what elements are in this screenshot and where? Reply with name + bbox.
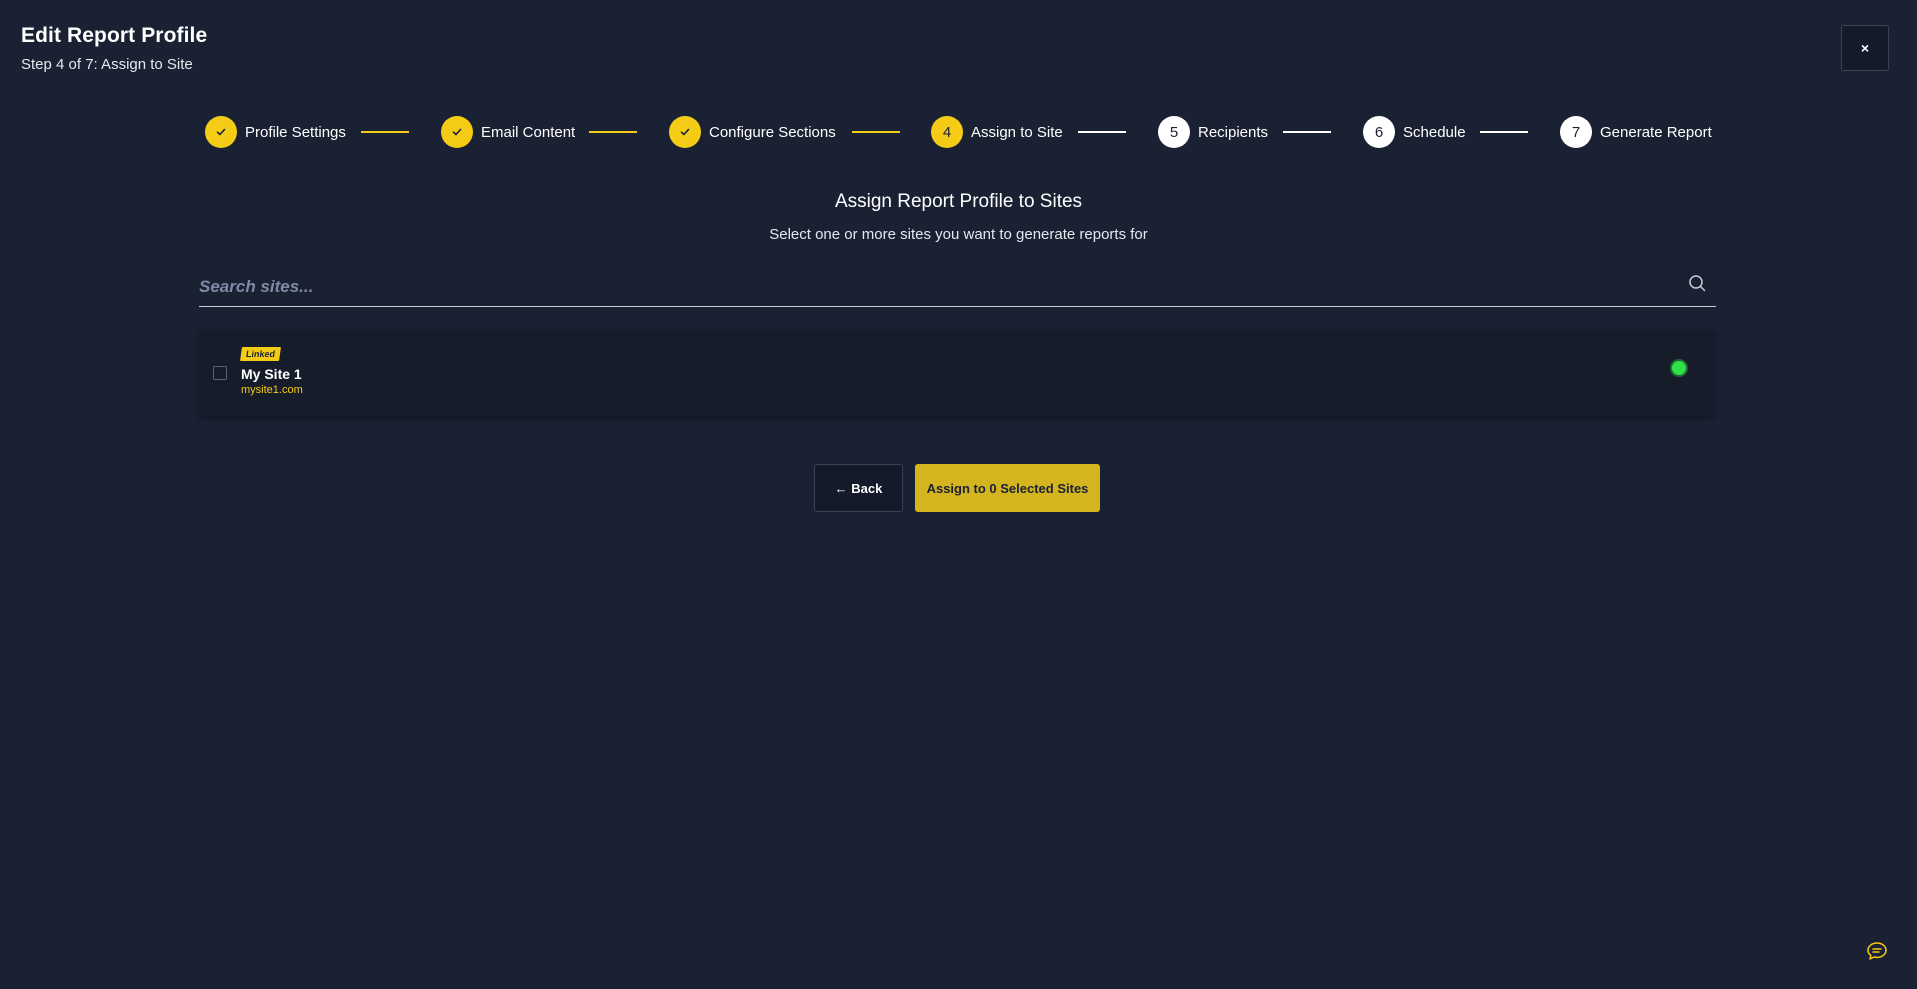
site-name: My Site 1	[241, 366, 302, 382]
section-subtitle: Select one or more sites you want to gen…	[769, 226, 1148, 243]
close-button[interactable]: ×	[1841, 25, 1889, 71]
step-configure-sections[interactable]: Configure Sections	[669, 116, 836, 148]
step-label: Schedule	[1403, 123, 1466, 141]
status-indicator	[1672, 361, 1686, 375]
step-recipients[interactable]: 5 Recipients	[1158, 116, 1268, 148]
step-connector	[361, 131, 409, 133]
site-list-item[interactable]: Linked My Site 1 mysite1.com	[199, 330, 1714, 416]
step-label: Assign to Site	[971, 123, 1063, 141]
check-icon	[441, 116, 473, 148]
linked-badge: Linked	[240, 347, 281, 361]
step-connector	[1283, 131, 1331, 133]
step-number: 7	[1560, 116, 1592, 148]
step-email-content[interactable]: Email Content	[441, 116, 575, 148]
check-icon	[669, 116, 701, 148]
step-label: Generate Report	[1600, 123, 1712, 141]
check-icon	[205, 116, 237, 148]
step-number: 5	[1158, 116, 1190, 148]
search-input[interactable]	[199, 270, 1679, 304]
step-number: 6	[1363, 116, 1395, 148]
search-bar	[199, 270, 1716, 307]
step-connector	[1078, 131, 1126, 133]
step-connector	[1480, 131, 1528, 133]
step-label: Profile Settings	[245, 123, 346, 141]
back-button[interactable]: ← Back	[814, 464, 903, 512]
assign-sites-button[interactable]: Assign to 0 Selected Sites	[915, 464, 1100, 512]
section-title: Assign Report Profile to Sites	[834, 191, 1083, 212]
step-label: Recipients	[1198, 123, 1269, 141]
step-number: 4	[931, 116, 963, 148]
step-profile-settings[interactable]: Profile Settings	[205, 116, 346, 148]
edit-report-profile-page: Edit Report Profile Step 4 of 7: Assign …	[0, 0, 1917, 989]
chat-icon[interactable]	[1866, 941, 1888, 961]
step-schedule[interactable]: 6 Schedule	[1363, 116, 1466, 148]
site-checkbox[interactable]	[213, 366, 227, 380]
page-title: Edit Report Profile	[21, 24, 208, 47]
step-connector	[852, 131, 900, 133]
page-subtitle: Step 4 of 7: Assign to Site	[21, 56, 193, 73]
close-icon: ×	[1860, 40, 1870, 56]
step-generate-report[interactable]: 7 Generate Report	[1560, 116, 1712, 148]
site-url: mysite1.com	[241, 384, 303, 396]
step-assign-to-site[interactable]: 4 Assign to Site	[931, 116, 1063, 148]
step-connector	[589, 131, 637, 133]
step-label: Email Content	[481, 123, 576, 141]
step-label: Configure Sections	[709, 123, 836, 141]
search-icon[interactable]	[1688, 274, 1706, 292]
